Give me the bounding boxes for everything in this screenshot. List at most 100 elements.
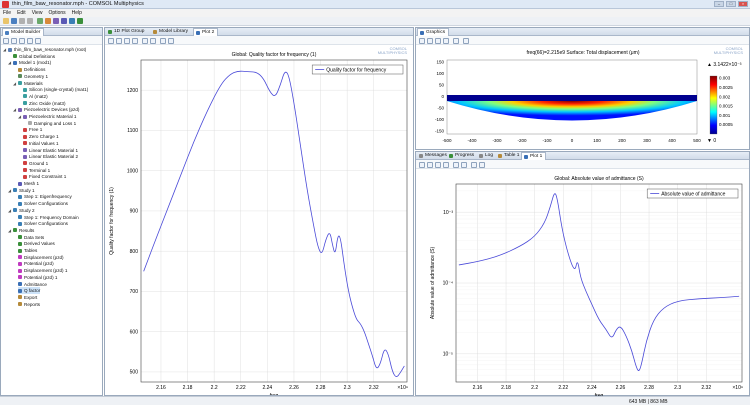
tab-log[interactable]: Log: [477, 152, 496, 160]
tab-model-library[interactable]: Model Library: [151, 28, 191, 36]
collapse-icon[interactable]: [27, 37, 33, 44]
tab-model-builder[interactable]: Model Builder: [2, 28, 45, 36]
zoom-out-icon[interactable]: [116, 37, 122, 44]
x-tick-label: 2.16: [156, 385, 166, 391]
displacement-surface-plot[interactable]: freq(66)=2.215e9 Surface: Total displace…: [416, 46, 750, 150]
tree-node-icon: [18, 268, 22, 273]
tree-item-label: Step 1: Eigenfrequency: [24, 194, 72, 200]
plot-icon: [196, 31, 200, 35]
tab-messages[interactable]: Messages: [417, 152, 450, 160]
zoom-out-icon[interactable]: [427, 37, 433, 44]
tab-progress[interactable]: Progress: [447, 152, 477, 160]
plot-2-panel: 1D Plot Group Model Library Plot 2 COMSO…: [104, 27, 414, 396]
tab-1d-plot-group[interactable]: 1D Plot Group: [106, 28, 147, 36]
undo-icon[interactable]: [19, 18, 25, 24]
tree-item-label: Terminal 1: [29, 167, 51, 173]
minimize-icon[interactable]: –: [714, 1, 724, 7]
forward-icon[interactable]: [11, 37, 17, 44]
zoom-extents-icon[interactable]: [443, 37, 449, 44]
expand-arrow-icon[interactable]: ◢: [18, 113, 21, 120]
zoom-extents-icon[interactable]: [443, 161, 449, 168]
colorbar-tick-label: 0.0025: [719, 85, 733, 90]
grid-icon[interactable]: [453, 161, 459, 168]
expand-arrow-icon[interactable]: ◢: [13, 80, 16, 87]
middle-tabstrip: 1D Plot Group Model Library Plot 2: [105, 28, 413, 36]
menu-options[interactable]: Options: [48, 9, 65, 17]
close-icon[interactable]: ×: [738, 1, 748, 7]
show-icon[interactable]: [35, 37, 41, 44]
tree-item-label: Study 1: [19, 187, 35, 193]
graphics-x-tick-label: 500: [693, 138, 701, 143]
zoom-in-icon[interactable]: [419, 161, 425, 168]
expand-arrow-icon[interactable]: ◢: [8, 227, 11, 234]
tree-node-icon: [18, 288, 22, 293]
x-tick-label: 2.28: [644, 385, 654, 391]
tree-item-label: Linear Elastic Material 1: [29, 147, 79, 153]
image-export-icon[interactable]: [168, 37, 174, 44]
tree-node-icon: [18, 275, 22, 280]
zoom-in-icon[interactable]: [108, 37, 114, 44]
graphics-x-tick-label: -500: [442, 138, 452, 143]
expand-arrow-icon[interactable]: ◢: [8, 207, 11, 214]
tab-table-1[interactable]: Table 1: [496, 152, 522, 160]
geometry-icon[interactable]: [37, 18, 43, 24]
tree-node-icon: [23, 154, 27, 159]
tab-graphics[interactable]: Graphics: [417, 28, 450, 36]
menu-edit[interactable]: Edit: [17, 9, 26, 17]
zoom-box-icon[interactable]: [124, 37, 130, 44]
legend-toggle-icon[interactable]: [461, 161, 467, 168]
mesh-icon[interactable]: [61, 18, 67, 24]
legend-toggle-icon[interactable]: [150, 37, 156, 44]
print-icon[interactable]: [471, 161, 477, 168]
tab-plot-1[interactable]: Plot 1: [521, 152, 547, 160]
expand-arrow-icon[interactable]: ◢: [8, 187, 11, 194]
maximize-icon[interactable]: □: [726, 1, 736, 7]
menu-file[interactable]: File: [3, 9, 11, 17]
x-tick-label: 2.28: [316, 385, 326, 391]
tree-item-label: Results: [19, 227, 35, 233]
expand-icon[interactable]: [19, 37, 25, 44]
colorbar-tick-label: 0.003: [719, 76, 731, 81]
tree-item[interactable]: Reports: [18, 301, 40, 308]
y-tick-label: 800: [130, 249, 139, 255]
graphics-x-tick-label: 200: [618, 138, 626, 143]
grid-icon[interactable]: [142, 37, 148, 44]
colorbar-min-label: ▼ 0: [707, 138, 716, 144]
back-icon[interactable]: [3, 37, 9, 44]
menu-help[interactable]: Help: [72, 9, 82, 17]
tree-item-label: Reports: [24, 301, 41, 307]
select-icon[interactable]: [453, 37, 459, 44]
graphics-y-tick-label: -100: [435, 117, 445, 122]
image-export-icon[interactable]: [479, 161, 485, 168]
y-tick-label: 900: [130, 209, 139, 215]
zoom-out-icon[interactable]: [427, 161, 433, 168]
zoom-box-icon[interactable]: [435, 37, 441, 44]
tab-plot-2[interactable]: Plot 2: [193, 28, 219, 36]
expand-arrow-icon[interactable]: ◢: [13, 106, 16, 113]
zoom-box-icon[interactable]: [435, 161, 441, 168]
physics-icon[interactable]: [53, 18, 59, 24]
x-tick-label: 2.2: [531, 385, 538, 391]
admittance-chart[interactable]: Global: Absolute value of admittance (S)…: [416, 170, 750, 396]
camera-icon[interactable]: [463, 37, 469, 44]
expand-arrow-icon[interactable]: ◢: [3, 46, 6, 53]
results-icon[interactable]: [77, 18, 83, 24]
expand-arrow-icon[interactable]: ◢: [8, 59, 11, 66]
menu-view[interactable]: View: [32, 9, 43, 17]
redo-icon[interactable]: [27, 18, 33, 24]
tree-item-label: thin_film_baw_resonator.mph (root): [14, 47, 87, 52]
tree-node-icon: [18, 201, 22, 206]
materials-icon[interactable]: [45, 18, 51, 24]
y-tick-label: 600: [130, 329, 139, 335]
y-tick-label: 1000: [127, 168, 138, 174]
compute-icon[interactable]: [69, 18, 75, 24]
zoom-in-icon[interactable]: [419, 37, 425, 44]
x-tick-label: 2.22: [236, 385, 246, 391]
tree-item-label: Silicon (single-crystal) (mat1): [29, 87, 89, 93]
model-builder-icon: [5, 31, 9, 35]
print-icon[interactable]: [160, 37, 166, 44]
save-icon[interactable]: [11, 18, 17, 24]
quality-factor-chart[interactable]: Global: Quality factor for frequency (1)…: [105, 46, 415, 395]
open-icon[interactable]: [3, 18, 9, 24]
zoom-extents-icon[interactable]: [132, 37, 138, 44]
